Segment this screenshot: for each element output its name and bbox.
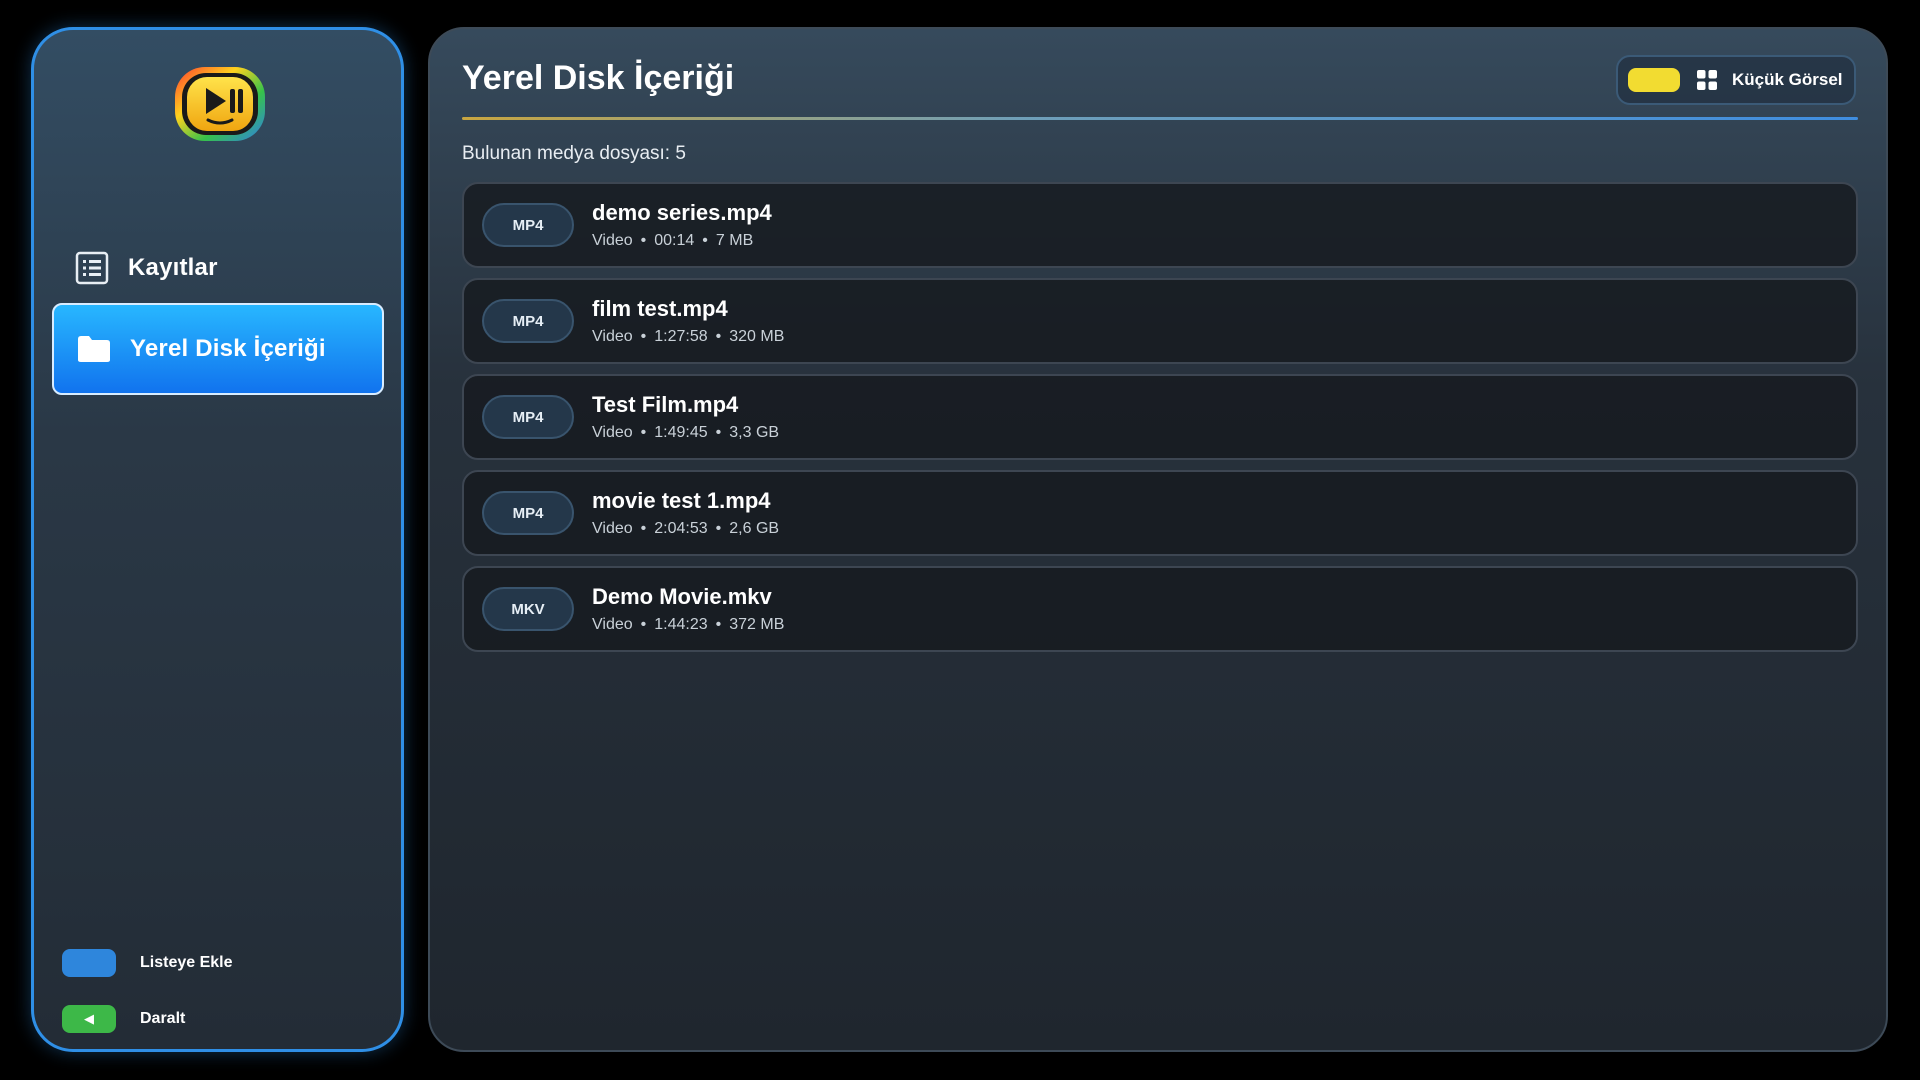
separator-dot: • (640, 328, 647, 345)
sidebar-item-label: Kayıtlar (128, 254, 218, 281)
folder-icon (76, 331, 112, 367)
file-type: Video (592, 232, 633, 249)
file-duration: 1:49:45 (654, 424, 708, 441)
separator-dot: • (640, 424, 647, 441)
separator-dot: • (715, 616, 722, 633)
file-name: demo series.mp4 (592, 200, 772, 225)
separator-dot: • (702, 232, 708, 249)
file-name: film test.mp4 (592, 296, 728, 321)
separator-dot: • (640, 616, 647, 633)
legend-add-to-list: Listeye Ekle (62, 949, 233, 977)
legend-label: Listeye Ekle (140, 954, 233, 971)
view-mode-toggle[interactable]: Küçük Görsel (1616, 55, 1856, 105)
legend-label: Daralt (140, 1010, 186, 1027)
file-duration: 1:27:58 (654, 328, 708, 345)
file-row[interactable]: MKV Demo Movie.mkv Video • 1:44:23 • 372 MB (462, 566, 1858, 652)
list-icon (74, 250, 110, 286)
file-name: Test Film.mp4 (592, 392, 739, 417)
separator-dot: • (640, 520, 647, 537)
file-row[interactable]: MP4 demo series.mp4 Video • 00:14 • 7 MB (462, 182, 1858, 268)
file-type: Video (592, 328, 633, 345)
collapse-arrow-icon: ◀ (62, 1005, 116, 1033)
sidebar-item-label: Yerel Disk İçeriği (130, 335, 326, 362)
main-panel: Yerel Disk İçeriği Küçük Görsel Bulunan … (428, 27, 1888, 1052)
file-meta: Video • 1:44:23 • 372 MB (592, 616, 784, 634)
sidebar: Kayıtlar Yerel Disk İçeriği Listeye Ekle… (31, 27, 404, 1052)
file-size: 3,3 GB (729, 424, 780, 441)
file-extension-badge: MP4 (482, 395, 574, 439)
file-extension-badge: MP4 (482, 299, 574, 343)
play-pause-logo-icon (172, 64, 268, 144)
legend-collapse: ◀ Daralt (62, 1005, 185, 1033)
file-type: Video (592, 520, 633, 537)
file-meta: Video • 1:49:45 • 3,3 GB (592, 424, 779, 442)
file-size: 320 MB (729, 328, 785, 345)
file-type: Video (592, 616, 633, 633)
file-name: Demo Movie.mkv (592, 584, 772, 609)
sidebar-item-records[interactable]: Kayıtlar (52, 222, 384, 314)
file-meta: Video • 2:04:53 • 2,6 GB (592, 520, 779, 538)
yellow-key-indicator (1628, 68, 1680, 92)
file-size: 7 MB (715, 232, 754, 249)
sidebar-item-local-disk[interactable]: Yerel Disk İçeriği (52, 303, 384, 395)
file-info: Demo Movie.mkv Video • 1:44:23 • 372 MB (592, 584, 784, 634)
blue-key-indicator (62, 949, 116, 977)
file-type: Video (592, 424, 633, 441)
file-list: MP4 demo series.mp4 Video • 00:14 • 7 MB MP4… (462, 182, 1858, 662)
file-size: 372 MB (729, 616, 785, 633)
separator-dot: • (715, 328, 722, 345)
file-duration: 00:14 (654, 232, 695, 249)
file-row[interactable]: MP4 Test Film.mp4 Video • 1:49:45 • 3,3 GB (462, 374, 1858, 460)
file-meta: Video • 1:27:58 • 320 MB (592, 328, 784, 346)
file-extension-badge: MKV (482, 587, 574, 631)
file-duration: 1:44:23 (654, 616, 708, 633)
file-meta: Video • 00:14 • 7 MB (592, 232, 772, 250)
file-row[interactable]: MP4 movie test 1.mp4 Video • 2:04:53 • 2,6 G… (462, 470, 1858, 556)
separator-dot: • (640, 232, 647, 249)
separator-dot: • (715, 520, 722, 537)
file-info: Test Film.mp4 Video • 1:49:45 • 3,3 GB (592, 392, 779, 442)
page-title: Yerel Disk İçeriği (462, 59, 735, 97)
file-size: 2,6 GB (729, 520, 780, 537)
view-mode-label: Küçük Görsel (1732, 70, 1843, 89)
separator-dot: • (715, 424, 722, 441)
file-duration: 2:04:53 (654, 520, 708, 537)
file-info: movie test 1.mp4 Video • 2:04:53 • 2,6 GB (592, 488, 779, 538)
grid-icon (1696, 69, 1718, 91)
file-row[interactable]: MP4 film test.mp4 Video • 1:27:58 • 320 MB (462, 278, 1858, 364)
file-name: movie test 1.mp4 (592, 488, 771, 513)
file-extension-badge: MP4 (482, 491, 574, 535)
file-extension-badge: MP4 (482, 203, 574, 247)
file-info: demo series.mp4 Video • 00:14 • 7 MB (592, 200, 772, 250)
file-info: film test.mp4 Video • 1:27:58 • 320 MB (592, 296, 784, 346)
title-divider (462, 117, 1858, 120)
media-count: Bulunan medya dosyası: 5 (462, 143, 686, 164)
